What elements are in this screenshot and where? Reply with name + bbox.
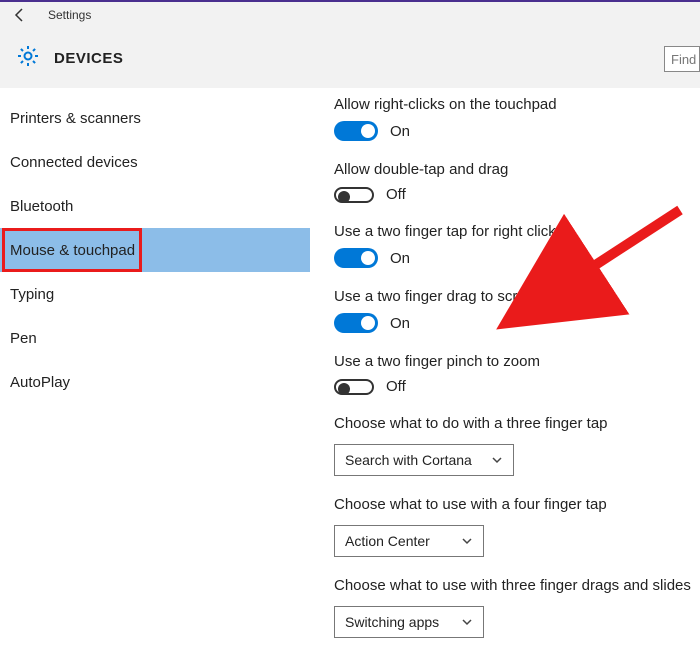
chevron-down-icon bbox=[491, 454, 503, 466]
toggle-state-text: On bbox=[390, 315, 410, 332]
toggle-state-text: On bbox=[390, 123, 410, 140]
setting-four-finger-tap: Choose what to use with a four finger ta… bbox=[334, 496, 700, 557]
toggle-state-text: On bbox=[390, 250, 410, 267]
dropdown-value: Switching apps bbox=[345, 614, 439, 630]
toggle-two-finger-tap[interactable] bbox=[334, 248, 378, 268]
toggle-double-tap-drag[interactable] bbox=[334, 187, 374, 203]
header: DEVICES Find bbox=[0, 28, 700, 88]
sidebar-item-label: Mouse & touchpad bbox=[10, 242, 135, 259]
setting-two-finger-tap: Use a two finger tap for right click On bbox=[334, 223, 700, 268]
sidebar-item-printers[interactable]: Printers & scanners bbox=[0, 96, 310, 140]
setting-two-finger-scroll: Use a two finger drag to scroll On bbox=[334, 288, 700, 333]
gear-icon bbox=[16, 44, 40, 73]
sidebar-item-label: AutoPlay bbox=[10, 374, 70, 391]
setting-label: Choose what to do with a three finger ta… bbox=[334, 415, 700, 432]
sidebar-item-mouse-touchpad[interactable]: Mouse & touchpad bbox=[0, 228, 310, 272]
sidebar-item-pen[interactable]: Pen bbox=[0, 316, 310, 360]
sidebar-item-connected-devices[interactable]: Connected devices bbox=[0, 140, 310, 184]
setting-three-finger-tap: Choose what to do with a three finger ta… bbox=[334, 415, 700, 476]
setting-label: Choose what to use with a four finger ta… bbox=[334, 496, 700, 513]
search-input[interactable]: Find bbox=[664, 46, 700, 72]
chevron-down-icon bbox=[461, 616, 473, 628]
sidebar-item-label: Typing bbox=[10, 286, 54, 303]
sidebar-item-label: Pen bbox=[10, 330, 37, 347]
setting-label: Choose what to use with three finger dra… bbox=[334, 577, 700, 594]
sidebar-item-label: Bluetooth bbox=[10, 198, 73, 215]
setting-label: Use a two finger tap for right click bbox=[334, 223, 700, 240]
setting-label: Use a two finger pinch to zoom bbox=[334, 353, 700, 370]
dropdown-four-finger-tap[interactable]: Action Center bbox=[334, 525, 484, 557]
sidebar-item-bluetooth[interactable]: Bluetooth bbox=[0, 184, 310, 228]
page-title: DEVICES bbox=[54, 50, 123, 67]
toggle-state-text: Off bbox=[386, 186, 406, 203]
toggle-two-finger-scroll[interactable] bbox=[334, 313, 378, 333]
titlebar: Settings bbox=[0, 0, 700, 28]
setting-three-finger-drag: Choose what to use with three finger dra… bbox=[334, 577, 700, 638]
setting-label: Allow double-tap and drag bbox=[334, 161, 700, 178]
window-title: Settings bbox=[48, 8, 91, 22]
setting-two-finger-pinch: Use a two finger pinch to zoom Off bbox=[334, 353, 700, 395]
main: Printers & scanners Connected devices Bl… bbox=[0, 88, 700, 663]
back-button[interactable] bbox=[6, 1, 34, 29]
dropdown-three-finger-drag[interactable]: Switching apps bbox=[334, 606, 484, 638]
setting-label: Allow right-clicks on the touchpad bbox=[334, 96, 700, 113]
arrow-left-icon bbox=[12, 7, 28, 23]
setting-double-tap-drag: Allow double-tap and drag Off bbox=[334, 161, 700, 203]
search-placeholder: Find bbox=[671, 52, 696, 67]
dropdown-value: Search with Cortana bbox=[345, 452, 472, 468]
sidebar-item-label: Connected devices bbox=[10, 154, 138, 171]
sidebar: Printers & scanners Connected devices Bl… bbox=[0, 88, 310, 663]
dropdown-three-finger-tap[interactable]: Search with Cortana bbox=[334, 444, 514, 476]
sidebar-item-autoplay[interactable]: AutoPlay bbox=[0, 360, 310, 404]
toggle-state-text: Off bbox=[386, 378, 406, 395]
content-panel: Allow right-clicks on the touchpad On Al… bbox=[310, 88, 700, 663]
toggle-allow-right-clicks[interactable] bbox=[334, 121, 378, 141]
chevron-down-icon bbox=[461, 535, 473, 547]
setting-label: Use a two finger drag to scroll bbox=[334, 288, 700, 305]
sidebar-item-label: Printers & scanners bbox=[10, 110, 141, 127]
sidebar-item-typing[interactable]: Typing bbox=[0, 272, 310, 316]
setting-allow-right-clicks: Allow right-clicks on the touchpad On bbox=[334, 96, 700, 141]
toggle-two-finger-pinch[interactable] bbox=[334, 379, 374, 395]
dropdown-value: Action Center bbox=[345, 533, 430, 549]
